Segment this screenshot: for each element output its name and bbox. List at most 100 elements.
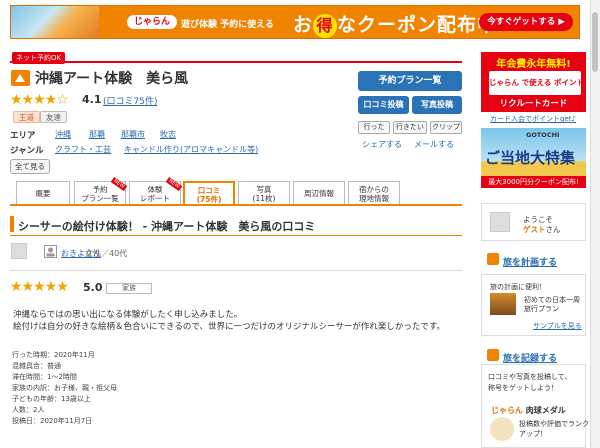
facility-icon (11, 70, 30, 86)
detail-child-age: 子どもの年齢：13歳以上 (12, 395, 91, 403)
user-badge-icon (44, 245, 57, 258)
tab-reviews-line2: (75件) (196, 195, 222, 204)
facility-name: 沖縄アート体験 美ら風 (35, 71, 189, 87)
divider (10, 270, 462, 271)
tab-inn-info-line2: 現地情報 (359, 194, 389, 203)
plan-caption-line2: 旅行プラン (524, 305, 559, 313)
area-label: エリア (10, 131, 36, 141)
gotochi-label: GOTOCHI (526, 131, 560, 139)
tab-photos-line1: 写真 (256, 185, 272, 194)
show-all-button[interactable]: 全て見る (10, 159, 50, 174)
plan-icon (487, 253, 499, 265)
tab-plans[interactable]: 予約 プラン一覧 NEW (74, 176, 128, 205)
banner-headline-prefix: お (293, 14, 314, 36)
review-body-line1: 沖縄ならではの思い出になる体験がしたく申し込みました。 (13, 310, 243, 320)
record-trip-link[interactable]: 旅を記録する (503, 351, 557, 364)
medal-brand: じゃらん (491, 406, 523, 415)
plan-text: 旅の計画に便利！ (490, 283, 546, 291)
tag-friends: 友達 (40, 111, 67, 123)
card-signup-link[interactable]: カード入会でポイントget♪ (490, 114, 576, 124)
welcome-guest: ゲストさん (523, 224, 561, 235)
plan-trip-link[interactable]: 旅を計画する (503, 255, 557, 268)
review-score: 5.0 (83, 281, 103, 294)
tab-inn-info[interactable]: 宿からの 現地情報 (348, 181, 400, 205)
tab-photos[interactable]: 写真 (11枚) (238, 181, 290, 205)
gotochi-title: ご当地大特集 (485, 149, 576, 167)
title-divider (10, 61, 462, 63)
genre-link-craft[interactable]: クラフト・工芸 (55, 144, 111, 155)
detail-posted-date: 投稿日：2020年11月7日 (12, 417, 93, 425)
post-photo-button[interactable]: 写真投稿 (412, 96, 462, 114)
banner-small-text: 遊び体験 予約に使える (181, 20, 274, 30)
ad-card-top: 年会費永年無料! (496, 59, 571, 70)
guest-avatar (490, 212, 510, 232)
recruit-card-ad[interactable]: 年会費永年無料! じゃらん で使える ポイントがたまる! リクルートカード (481, 52, 586, 112)
rating-stars: ★★★★☆ (10, 92, 69, 108)
reviews-count-link[interactable]: (口コミ75件) (103, 94, 157, 107)
record-icon (487, 349, 499, 361)
genre-link-candle[interactable]: キャンドル作り(アロマキャンドル等) (124, 144, 258, 155)
coupon-banner[interactable]: じゃらん 遊び体験 予約に使える お得なクーポン配布中! 今すぐゲットする ▶ (10, 5, 580, 39)
detail-crowdedness: 混雑具合：普通 (12, 362, 61, 370)
banner-toku-icon: 得 (313, 14, 338, 38)
banner-headline: お得なクーポン配布中! (293, 10, 507, 38)
review-stars: ★★★★★ (10, 279, 69, 295)
tab-nearby[interactable]: 周辺情報 (293, 181, 345, 205)
record-text-line2: 称号をゲットしよう！ (488, 384, 558, 392)
detail-stay-time: 滞在時間：1～2時間 (12, 373, 77, 381)
party-type-tag: 家族 (106, 283, 152, 294)
user-avatar (11, 243, 27, 259)
tab-reviews[interactable]: 口コミ (75件) (183, 181, 235, 206)
want-to-go-button[interactable]: 行きたい (393, 121, 427, 134)
area-link-okinawa[interactable]: 沖縄 (55, 129, 71, 140)
banner-image (11, 6, 99, 38)
medal-text-line1: 投稿数や評価でランク (519, 420, 589, 428)
tabs-underline (10, 204, 462, 206)
detail-visit-time: 行った時期：2020年11月 (12, 351, 95, 359)
write-review-button[interactable]: 口コミ投稿 (358, 96, 409, 114)
view-sample-link[interactable]: サンプルを見る (533, 321, 582, 331)
review-heading-underline (10, 235, 462, 236)
get-coupon-button[interactable]: 今すぐゲットする ▶ (479, 13, 573, 31)
gotochi-coupon-text: 最大3000円分クーポン配布! (481, 176, 586, 188)
tab-plans-line2: プラン一覧 (81, 194, 119, 203)
detail-family: 家族の内訳：お子様、親・祖父母 (12, 384, 117, 392)
review-heading: シーサーの絵付け体験！ - 沖縄アート体験 美ら風の口コミ (18, 220, 316, 233)
paw-medal-icon (490, 417, 514, 441)
went-button[interactable]: 行った (358, 121, 390, 134)
tab-overview-line1: 概要 (35, 189, 51, 198)
area-link-naha[interactable]: 那覇 (89, 129, 105, 140)
tab-reviews-line1: 口コミ (197, 186, 221, 195)
medal-title: じゃらん 肉球メダル (491, 405, 566, 416)
medal-text-line2: アップ！ (519, 430, 547, 438)
ad-card-bottom: リクルートカード (499, 99, 568, 109)
area-link-makishi[interactable]: 牧志 (160, 129, 176, 140)
clip-button[interactable]: クリップ (430, 121, 462, 134)
scrollbar-thumb[interactable] (592, 12, 598, 72)
reviewer-meta: 女性／40代 (85, 249, 128, 258)
plan-thumbnail[interactable] (490, 293, 516, 315)
medal-title-text: 肉球メダル (523, 406, 566, 415)
share-link[interactable]: シェアする (362, 139, 402, 150)
genre-label: ジャンル (10, 146, 44, 156)
mail-link[interactable]: メールする (414, 139, 454, 150)
ad-card-middle: じゃらん で使える ポイントがたまる! (489, 71, 586, 95)
guest-label: ゲスト (523, 225, 546, 234)
review-body-line2: 絵付けは自分の好きな絵柄＆色合いにできるので、世界に一つだけのオリジナルシーサー… (13, 322, 445, 332)
reserve-plan-button[interactable]: 予約プラン一覧 (358, 71, 462, 91)
guest-suffix: さん (545, 225, 561, 234)
jalan-logo: じゃらん (127, 15, 177, 29)
rating-value: 4.1 (82, 93, 102, 106)
tab-report[interactable]: 体験 レポート NEW (129, 176, 183, 205)
detail-party-size: 人数：2人 (12, 406, 45, 414)
tab-inn-info-line1: 宿からの (359, 185, 389, 194)
tab-photos-line2: (11枚) (252, 194, 276, 203)
tab-report-line2: レポート (140, 194, 170, 203)
area-link-naha-city[interactable]: 那覇市 (121, 129, 145, 140)
tab-overview[interactable]: 概要 (16, 181, 70, 205)
tab-nearby-line1: 周辺情報 (304, 189, 334, 198)
gotochi-feature-ad[interactable]: GOTOCHI ご当地大特集 最大3000円分クーポン配布! (481, 128, 586, 188)
tag-classic: 王道 (13, 111, 40, 123)
page: じゃらん 遊び体験 予約に使える お得なクーポン配布中! 今すぐゲットする ▶ … (0, 0, 600, 448)
heading-accent (10, 216, 14, 232)
